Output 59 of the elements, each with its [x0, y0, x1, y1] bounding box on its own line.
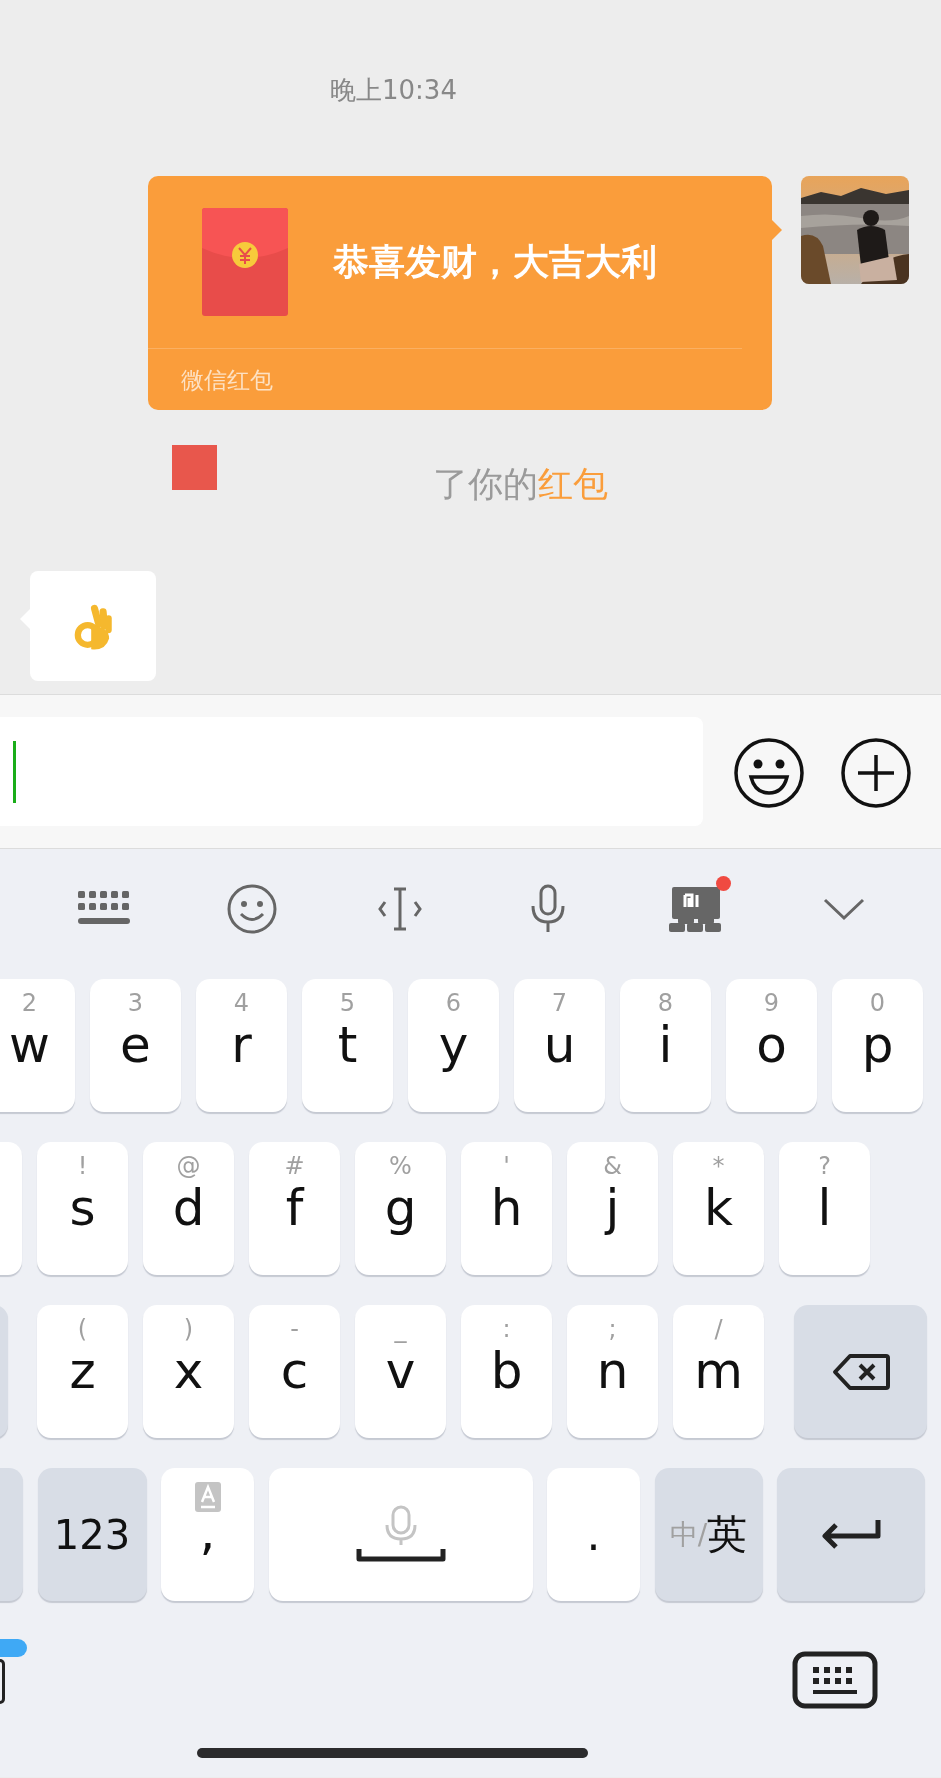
toolbar-button[interactable] — [530, 884, 566, 934]
letter-key[interactable]: 2 w — [0, 979, 75, 1112]
letter-key[interactable]: 3 e — [90, 979, 181, 1112]
letter-key[interactable]: ; n — [567, 1305, 658, 1438]
letter-key[interactable]: 6 y — [408, 979, 499, 1112]
letter-key[interactable]: 8 i — [620, 979, 711, 1112]
letter-key[interactable]: @ d — [143, 1142, 234, 1275]
letter-key[interactable]: % g — [355, 1142, 446, 1275]
toolbar-button[interactable] — [668, 876, 731, 933]
letter-key[interactable]: ? l — [779, 1142, 870, 1275]
font-icon — [194, 1482, 221, 1512]
letter-key[interactable]: ' h — [461, 1142, 552, 1275]
letter-key[interactable]: - c — [249, 1305, 340, 1438]
letter-key[interactable]: _ v — [355, 1305, 446, 1438]
bubble-tail — [772, 220, 782, 240]
letter-key[interactable]: # f — [249, 1142, 340, 1275]
backspace-icon — [831, 1352, 890, 1391]
notice-text: 了你的红包 — [433, 463, 608, 506]
emoji-button[interactable] — [733, 737, 805, 809]
letter-key[interactable]: 4 r — [196, 979, 287, 1112]
message-input[interactable] — [0, 717, 703, 826]
letter-key[interactable]: ( z — [37, 1305, 128, 1438]
text-cursor-icon — [377, 886, 423, 932]
letter-key[interactable]: ! s — [37, 1142, 128, 1275]
envelope-icon — [172, 445, 217, 490]
letter-key[interactable]: 5 t — [302, 979, 393, 1112]
keyboard-switch-button[interactable] — [792, 1651, 878, 1709]
smiley-icon — [733, 737, 805, 809]
letter-key[interactable]: 9 o — [726, 979, 817, 1112]
numbers-key[interactable]: 123 — [37, 1468, 147, 1601]
language-key[interactable]: 中/英 — [654, 1468, 763, 1601]
chevron-down-icon — [822, 896, 866, 922]
letter-key[interactable]: 0 p — [832, 979, 923, 1112]
comma-key[interactable]: , — [161, 1468, 254, 1601]
theater-icon — [668, 885, 724, 933]
letter-key[interactable]: / m — [673, 1305, 764, 1438]
envelope-icon — [202, 208, 288, 316]
microphone-icon — [530, 884, 566, 934]
toolbar-button[interactable] — [822, 896, 866, 922]
smiley-icon — [226, 883, 278, 935]
space-mic-icon — [355, 1504, 446, 1565]
envelope-greeting: 恭喜发财，大吉大利 — [333, 239, 657, 284]
indicator-pill — [0, 1639, 27, 1657]
letter-key[interactable]: 7 u — [514, 979, 605, 1112]
add-button[interactable] — [840, 737, 912, 809]
keyboard-icon — [792, 1651, 878, 1709]
timestamp: 晚上10:34 — [330, 74, 457, 106]
enter-key[interactable] — [777, 1468, 925, 1601]
letter-key[interactable]: : b — [461, 1305, 552, 1438]
partial-icon — [0, 1659, 5, 1704]
toolbar-button[interactable] — [377, 886, 423, 932]
delete-key[interactable] — [794, 1305, 927, 1438]
toolbar-button[interactable] — [226, 883, 278, 935]
letter-key[interactable]: ) x — [143, 1305, 234, 1438]
period-key[interactable]: . — [547, 1468, 640, 1601]
plus-circle-icon — [840, 737, 912, 809]
envelope-label: 微信红包 — [181, 366, 273, 395]
letter-key[interactable]: & j — [567, 1142, 658, 1275]
letter-key[interactable]: * k — [673, 1142, 764, 1275]
